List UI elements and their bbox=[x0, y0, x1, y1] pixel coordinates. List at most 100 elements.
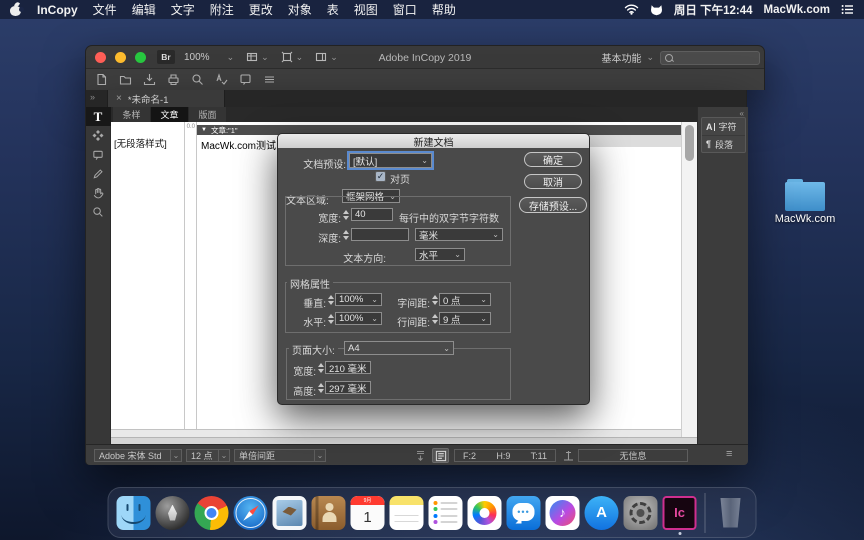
galley-adjust-icon[interactable] bbox=[414, 449, 427, 462]
position-tool[interactable] bbox=[86, 126, 111, 145]
zoom-tool[interactable] bbox=[86, 202, 111, 221]
minimize-window-button[interactable] bbox=[115, 52, 126, 63]
close-window-button[interactable] bbox=[95, 52, 106, 63]
ok-button[interactable]: 确定 bbox=[524, 152, 582, 167]
desktop-folder-icon[interactable] bbox=[785, 179, 825, 211]
dock-item-safari[interactable] bbox=[234, 496, 268, 530]
panel-expand-icon[interactable]: » bbox=[90, 92, 95, 102]
note-icon[interactable] bbox=[239, 73, 252, 86]
grid-width-field[interactable]: 40 bbox=[351, 208, 393, 221]
find-icon[interactable] bbox=[191, 73, 204, 86]
hand-tool[interactable] bbox=[86, 183, 111, 202]
search-input[interactable] bbox=[660, 51, 760, 65]
eyedropper-tool[interactable] bbox=[86, 164, 111, 183]
cancel-button[interactable]: 取消 bbox=[524, 174, 582, 189]
new-document-icon[interactable] bbox=[95, 73, 108, 86]
menu-app-name[interactable]: InCopy bbox=[37, 3, 78, 17]
page-size-select[interactable]: A4 ⌄ bbox=[344, 341, 454, 355]
vertical-scale-select[interactable]: 100% ⌄ bbox=[335, 293, 382, 306]
dock-item-calendar[interactable]: 9月 1 bbox=[351, 496, 385, 530]
vertical-scrollbar[interactable] bbox=[681, 122, 697, 437]
open-folder-icon[interactable] bbox=[119, 73, 132, 86]
tab-story[interactable]: 文章 bbox=[151, 107, 188, 122]
menu-item-notes[interactable]: 附注 bbox=[210, 1, 234, 18]
menu-item-object[interactable]: 对象 bbox=[288, 1, 312, 18]
print-icon[interactable] bbox=[167, 73, 180, 86]
document-scroll-strip[interactable] bbox=[111, 437, 697, 444]
preset-select[interactable]: [默认] ⌄ bbox=[349, 153, 432, 168]
dock-item-chrome[interactable] bbox=[195, 496, 229, 530]
story-view-button[interactable] bbox=[432, 448, 449, 463]
arrange-documents-dropdown[interactable]: ⌄ bbox=[315, 51, 338, 63]
dock-item-launchpad[interactable] bbox=[156, 496, 190, 530]
vertical-scale-stepper[interactable] bbox=[327, 293, 334, 306]
scrollbar-thumb[interactable] bbox=[685, 125, 694, 161]
dock-item-reminders[interactable] bbox=[429, 496, 463, 530]
menu-item-type[interactable]: 文字 bbox=[171, 1, 195, 18]
collapse-story-icon[interactable]: ▼ bbox=[201, 127, 207, 133]
zoom-window-button[interactable] bbox=[135, 52, 146, 63]
horizontal-scale-select[interactable]: 100% ⌄ bbox=[335, 312, 382, 325]
page-height-field[interactable]: 297 毫米 bbox=[325, 381, 371, 394]
font-size-select[interactable]: 12 点 ⌄ bbox=[186, 449, 230, 462]
save-icon[interactable] bbox=[143, 73, 156, 86]
dock-item-incopy[interactable]: Ic bbox=[663, 496, 697, 530]
page-height-stepper[interactable] bbox=[317, 381, 324, 394]
depth-stepper[interactable] bbox=[342, 228, 349, 241]
depth-field[interactable] bbox=[351, 228, 409, 241]
grid-width-stepper[interactable] bbox=[342, 208, 349, 221]
dock-item-notes[interactable] bbox=[390, 496, 424, 530]
chevron-down-icon[interactable]: ⌄ bbox=[227, 53, 235, 62]
dock-item-app-store[interactable]: A bbox=[585, 496, 619, 530]
char-aki-stepper[interactable] bbox=[431, 293, 438, 306]
spellcheck-icon[interactable] bbox=[215, 73, 228, 86]
direction-select[interactable]: 水平 ⌄ bbox=[415, 248, 465, 261]
dock-item-photos[interactable] bbox=[468, 496, 502, 530]
screen-mode-dropdown[interactable]: ⌄ bbox=[281, 51, 304, 63]
notification-center-icon[interactable] bbox=[841, 4, 854, 15]
apple-menu-icon[interactable] bbox=[10, 2, 22, 17]
facing-pages-checkbox[interactable]: ✓ bbox=[375, 171, 386, 182]
horizontal-scrollbar[interactable] bbox=[111, 429, 681, 437]
statusbar-menu-icon[interactable]: ≡ bbox=[726, 448, 732, 460]
char-aki-select[interactable]: 0 点 ⌄ bbox=[439, 293, 491, 306]
workspace-switcher[interactable]: 基本功能 ⌄ bbox=[601, 46, 654, 69]
page-width-stepper[interactable] bbox=[317, 361, 324, 374]
panel-button-paragraph[interactable]: ¶ 段落 bbox=[702, 135, 745, 152]
wifi-icon[interactable] bbox=[624, 4, 639, 15]
menu-item-window[interactable]: 窗口 bbox=[393, 1, 417, 18]
line-aki-select[interactable]: 9 点 ⌄ bbox=[439, 312, 491, 325]
zoom-level-value[interactable]: 100% bbox=[184, 52, 210, 63]
line-aki-stepper[interactable] bbox=[431, 312, 438, 325]
font-family-select[interactable]: Adobe 宋体 Std ⌄ bbox=[94, 449, 182, 462]
desktop-folder-label[interactable]: MacWk.com bbox=[753, 213, 857, 225]
menu-item-view[interactable]: 视图 bbox=[354, 1, 378, 18]
save-preset-button[interactable]: 存储预设... bbox=[519, 197, 587, 213]
menu-clock[interactable]: 周日 下午12:44 bbox=[674, 2, 753, 18]
leading-select[interactable]: 单倍间距 ⌄ bbox=[234, 449, 326, 462]
dock-item-finder[interactable] bbox=[117, 496, 151, 530]
depth-ruler-icon[interactable] bbox=[562, 449, 575, 462]
menu-item-changes[interactable]: 更改 bbox=[249, 1, 273, 18]
dock-item-contacts[interactable] bbox=[312, 496, 346, 530]
tab-galley[interactable]: 条样 bbox=[113, 107, 150, 122]
document-tab[interactable]: × *未命名-1 bbox=[107, 90, 225, 107]
dock-item-mail[interactable] bbox=[273, 496, 307, 530]
menu-item-table[interactable]: 表 bbox=[327, 1, 339, 18]
close-tab-icon[interactable]: × bbox=[116, 93, 122, 104]
menu-site-label[interactable]: MacWk.com bbox=[764, 4, 830, 16]
toolbar-menu-icon[interactable] bbox=[263, 73, 276, 86]
macwk-logo-icon[interactable] bbox=[650, 4, 663, 16]
menu-item-file[interactable]: 文件 bbox=[93, 1, 117, 18]
tab-layout[interactable]: 版面 bbox=[189, 107, 226, 122]
dock-item-trash[interactable] bbox=[714, 496, 748, 530]
note-tool[interactable] bbox=[86, 145, 111, 164]
depth-unit-select[interactable]: 毫米 ⌄ bbox=[415, 228, 503, 241]
horizontal-scale-stepper[interactable] bbox=[327, 312, 334, 325]
dock-item-system-preferences[interactable] bbox=[624, 496, 658, 530]
menu-item-edit[interactable]: 编辑 bbox=[132, 1, 156, 18]
view-options-dropdown[interactable]: ⌄ bbox=[246, 51, 269, 63]
dock-item-messages[interactable]: ••• bbox=[507, 496, 541, 530]
dock-item-itunes[interactable]: ♪ bbox=[546, 496, 580, 530]
type-tool[interactable]: T bbox=[86, 107, 111, 126]
